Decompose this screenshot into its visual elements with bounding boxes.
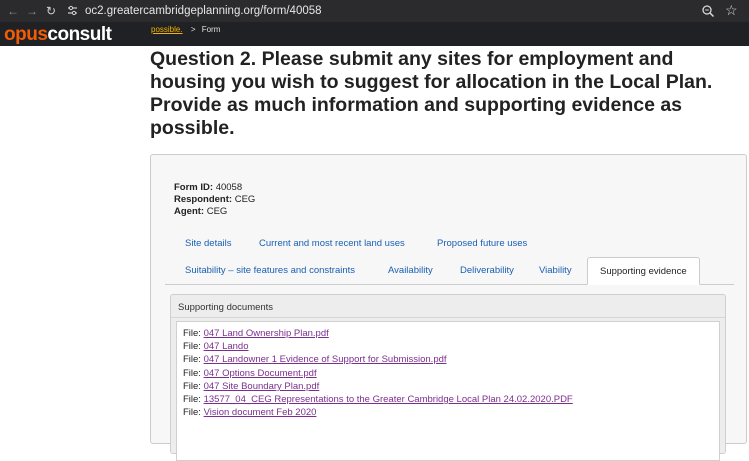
opusconsult-logo[interactable]: opusconsult — [4, 25, 112, 45]
supporting-documents-heading: Supporting documents — [178, 302, 274, 313]
tab-deliverability[interactable]: Deliverability — [460, 265, 514, 276]
tab-suitability[interactable]: Suitability – site features and constrai… — [185, 265, 355, 276]
file-label: File: — [183, 328, 201, 339]
reload-icon[interactable]: ↻ — [46, 3, 56, 19]
breadcrumb: possible. > Form — [151, 25, 220, 34]
file-label: File: — [183, 394, 201, 406]
file-label: File: — [183, 367, 201, 379]
back-arrow-icon[interactable]: ← — [7, 3, 19, 19]
file-link[interactable]: 047 Landowner 1 Evidence of Support for … — [204, 354, 447, 365]
file-row: File: 047 Site Boundary Plan.pdf — [183, 380, 719, 393]
supporting-documents-box: Supporting documents File: 047 Land Owne… — [170, 294, 726, 461]
tab-site-details[interactable]: Site details — [185, 238, 231, 249]
form-panel: Form ID: 40058 Respondent: CEG Agent: CE… — [150, 154, 747, 461]
forward-arrow-icon[interactable]: → — [26, 3, 38, 19]
zoom-icon[interactable] — [701, 4, 715, 18]
breadcrumb-separator: > — [190, 25, 196, 34]
file-row: File: Vision document Feb 2020 — [183, 406, 719, 419]
file-row: File: 13577_04_CEG Representations to th… — [183, 393, 719, 406]
tab-supporting-evidence[interactable]: Supporting evidence — [587, 257, 700, 285]
file-row: File: 047 Options Document.pdf — [183, 367, 719, 380]
file-list: File: 047 Land Ownership Plan.pdf File: 0… — [176, 321, 720, 461]
file-row: File: 047 Land Ownership Plan.pdf — [183, 327, 719, 340]
site-info-icon[interactable] — [67, 5, 78, 16]
respondent: Respondent: CEG — [174, 194, 256, 205]
site-header: opusconsult possible. > Form — [0, 22, 749, 46]
agent: Agent: CEG — [174, 206, 228, 217]
tab-land-uses[interactable]: Current and most recent land uses — [259, 238, 405, 249]
breadcrumb-current: Form — [201, 25, 221, 34]
browser-toolbar: ← → ↻ oc2.greatercambridgeplanning.org/f… — [0, 0, 749, 22]
file-link[interactable]: 047 Options Document.pdf — [204, 368, 317, 379]
file-link[interactable]: 047 Lando — [204, 341, 249, 352]
file-link[interactable]: 047 Land Ownership Plan.pdf — [204, 328, 329, 339]
file-label: File: — [183, 407, 201, 419]
divider — [171, 317, 725, 318]
tab-proposed-future-uses[interactable]: Proposed future uses — [437, 238, 527, 249]
file-row: File: 047 Lando — [183, 340, 719, 353]
file-label: File: — [183, 341, 201, 353]
tab-availability[interactable]: Availability — [388, 265, 433, 276]
tab-viability[interactable]: Viability — [539, 265, 572, 276]
breadcrumb-link[interactable]: possible. — [151, 25, 183, 34]
page-title: Question 2. Please submit any sites for … — [150, 48, 713, 139]
file-row: File: 047 Landowner 1 Evidence of Suppor… — [183, 353, 719, 366]
file-label: File: — [183, 354, 201, 366]
file-link[interactable]: 047 Site Boundary Plan.pdf — [204, 381, 320, 392]
address-bar[interactable]: oc2.greatercambridgeplanning.org/form/40… — [85, 4, 322, 18]
file-label: File: — [183, 380, 201, 392]
file-link[interactable]: Vision document Feb 2020 — [204, 407, 317, 418]
form-id: Form ID: 40058 — [174, 182, 243, 193]
bookmark-star-icon[interactable]: ☆ — [725, 1, 738, 19]
file-link[interactable]: 13577_04_CEG Representations to the Grea… — [204, 394, 573, 405]
